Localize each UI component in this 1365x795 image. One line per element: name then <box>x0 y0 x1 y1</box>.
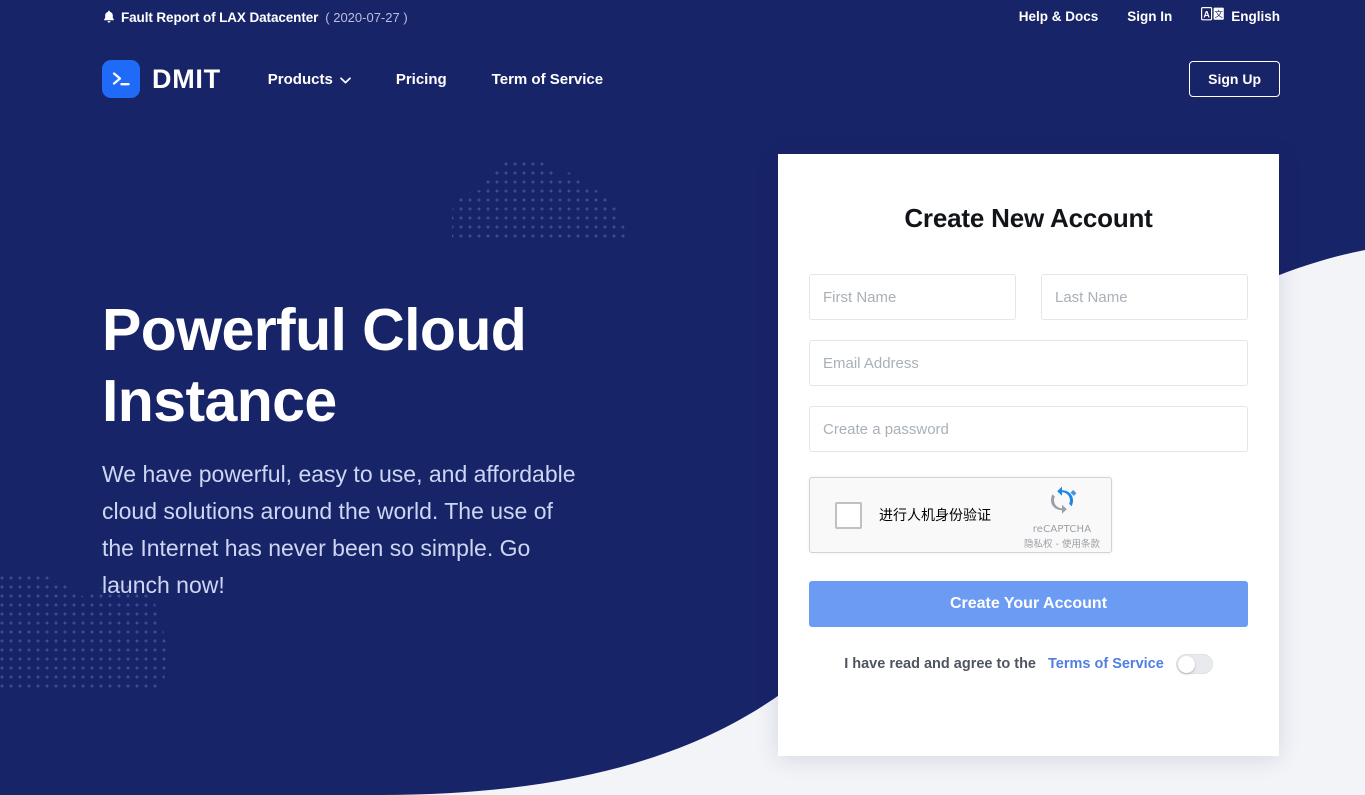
recaptcha-branding: reCAPTCHA 隐私权 - 使用条款 <box>1023 486 1101 550</box>
fault-report-date: ( 2020-07-27 ) <box>325 10 408 25</box>
recaptcha-terms[interactable]: 隐私权 - 使用条款 <box>1023 536 1101 550</box>
first-name-input[interactable] <box>809 274 1016 320</box>
terms-of-service-link[interactable]: Terms of Service <box>1048 656 1164 672</box>
nav-item-products-label: Products <box>267 70 333 88</box>
translate-icon: A 文 <box>1201 7 1225 26</box>
create-account-button[interactable]: Create Your Account <box>809 581 1248 627</box>
toggle-knob <box>1177 656 1195 673</box>
recaptcha-logo-icon <box>1023 486 1101 523</box>
nav-link-group: Products Pricing Term of Service <box>268 71 603 88</box>
terminal-prompt-icon <box>102 60 140 98</box>
svg-text:A: A <box>1204 9 1211 19</box>
card-title: Create New Account <box>904 203 1153 233</box>
last-name-input[interactable] <box>1041 274 1248 320</box>
help-and-docs-link[interactable]: Help & Docs <box>1019 9 1099 24</box>
sign-in-link[interactable]: Sign In <box>1127 9 1172 24</box>
brand-logo[interactable]: DMIT <box>102 60 221 98</box>
recaptcha-checkbox[interactable] <box>835 501 862 529</box>
hero-copy: Powerful Cloud Instance We have powerful… <box>102 295 682 604</box>
password-field[interactable] <box>809 406 1248 452</box>
terms-agreement-toggle[interactable] <box>1175 654 1213 674</box>
nav-item-term-of-service[interactable]: Term of Service <box>492 71 603 88</box>
nav-item-products[interactable]: Products <box>268 71 351 88</box>
page-title: Powerful Cloud Instance <box>102 297 527 434</box>
name-fields-row <box>809 274 1248 320</box>
recaptcha-widget[interactable]: 进行人机身份验证 reCAPTCHA 隐私权 - 使用条款 <box>809 477 1112 553</box>
recaptcha-brand-name: reCAPTCHA <box>1032 524 1092 535</box>
main-navigation: DMIT Products Pricing Term of Service Si… <box>0 48 1365 110</box>
email-field-wrap <box>809 340 1248 386</box>
first-name-wrap <box>809 274 1016 320</box>
create-account-card: Create New Account 进行人机身份验证 reCAPTCHA <box>778 154 1279 756</box>
last-name-wrap <box>1041 274 1248 320</box>
svg-text:文: 文 <box>1215 9 1224 20</box>
language-label: English <box>1231 9 1280 24</box>
email-field[interactable] <box>809 340 1248 386</box>
recaptcha-label: 进行人机身份验证 <box>879 508 991 524</box>
chevron-down-icon <box>339 71 351 88</box>
nav-item-pricing[interactable]: Pricing <box>396 71 447 88</box>
terms-agreement-row: I have read and agree to the Terms of Se… <box>809 654 1248 674</box>
fault-report-title: Fault Report of LAX Datacenter <box>121 10 319 25</box>
announcement-bar: Fault Report of LAX Datacenter ( 2020-07… <box>0 0 1365 33</box>
language-selector[interactable]: A 文 English <box>1201 7 1280 26</box>
hero-subtitle: We have powerful, easy to use, and affor… <box>102 461 576 598</box>
topbar-right-group: Help & Docs Sign In A 文 English <box>1019 7 1280 26</box>
fault-report-notice[interactable]: Fault Report of LAX Datacenter ( 2020-07… <box>103 8 408 25</box>
sign-up-button[interactable]: Sign Up <box>1189 61 1280 97</box>
bell-icon <box>103 10 115 24</box>
password-field-wrap <box>809 406 1248 452</box>
terms-agreement-text: I have read and agree to the <box>844 656 1036 672</box>
brand-name: DMIT <box>152 63 221 94</box>
